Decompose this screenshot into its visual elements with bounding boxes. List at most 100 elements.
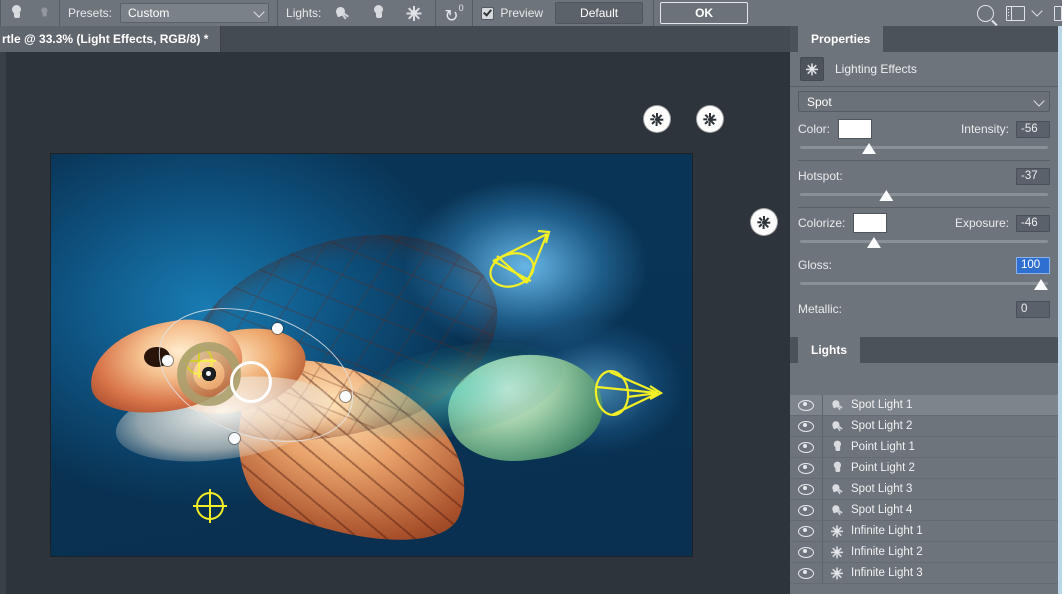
infinite-light-cone-2[interactable]: [592, 367, 664, 419]
presets-group: Presets: Custom: [60, 0, 277, 26]
infinite-light-icon: [650, 112, 664, 126]
infinite-light-cone-1[interactable]: [487, 228, 557, 290]
hotspot-value-field[interactable]: -37: [1016, 167, 1050, 185]
light-visibility-toggle[interactable]: [790, 479, 823, 499]
lights-tab-bar: Lights: [790, 337, 1058, 363]
eye-icon: [798, 399, 814, 411]
add-spot-light-button[interactable]: [329, 2, 355, 24]
reset-arrow-icon: ↻0: [444, 3, 464, 26]
add-infinite-light-button[interactable]: [401, 2, 427, 24]
header-divider: [790, 86, 1058, 87]
light-visibility-toggle[interactable]: [790, 500, 823, 520]
workspace-menu-button[interactable]: [1028, 2, 1046, 24]
image-sea-turtle[interactable]: [51, 154, 692, 556]
hotspot-slider[interactable]: [800, 189, 1048, 203]
lights-panel-spacer: [790, 363, 1058, 395]
light-visibility-toggle[interactable]: [790, 416, 823, 436]
section-divider-1: [798, 160, 1050, 161]
spot-light-hotspot-ring[interactable]: [230, 361, 272, 403]
document-tab[interactable]: rtle @ 33.3% (Light Effects, RGB/8) *: [0, 26, 222, 52]
light-visibility-toggle[interactable]: [790, 458, 823, 478]
light-visibility-toggle[interactable]: [790, 542, 823, 562]
light-row-8[interactable]: Infinite Light 2: [790, 542, 1058, 563]
gloss-label: Gloss:: [798, 258, 833, 272]
color-row: Color: Intensity: -56: [798, 118, 1050, 140]
lighting-effects-title: Lighting Effects: [835, 62, 917, 76]
infinite-light-widget-1[interactable]: [644, 106, 670, 132]
metallic-row: Metallic: 0: [798, 298, 1050, 320]
crosshair-vertical: [209, 489, 211, 523]
light-row-1[interactable]: Spot Light 1: [790, 395, 1058, 416]
tab-properties[interactable]: Properties: [798, 26, 884, 52]
spot-handle-top[interactable]: [272, 323, 283, 334]
gloss-slider-track: [800, 282, 1048, 285]
eye-icon: [798, 483, 814, 495]
spot-light-center[interactable]: [202, 367, 215, 380]
preview-checkbox[interactable]: Preview: [473, 0, 551, 26]
gloss-value-field[interactable]: 100: [1016, 256, 1050, 274]
spot-light-icon: [334, 5, 350, 20]
gloss-slider[interactable]: [800, 278, 1048, 292]
light-type-value: Spot: [807, 94, 832, 109]
light-row-2[interactable]: Spot Light 2: [790, 416, 1058, 437]
lighting-effects-header: Lighting Effects: [790, 52, 1058, 86]
colorize-swatch[interactable]: [853, 213, 888, 233]
infinite-light-widget-3[interactable]: [751, 209, 777, 235]
infinite-light-icon: [831, 525, 844, 538]
spot-handle-bottom[interactable]: [229, 433, 240, 444]
light-type-select[interactable]: Spot: [798, 91, 1050, 112]
infinite-light-widget-2[interactable]: [697, 106, 723, 132]
intensity-slider[interactable]: [800, 142, 1048, 156]
options-bar: Presets: Custom Lights: ↻0 Preview Defau…: [0, 0, 1062, 27]
light-name: Spot Light 1: [851, 399, 913, 411]
workspace-button[interactable]: [1002, 2, 1028, 24]
light-type-icon: [823, 419, 851, 433]
light-row-5[interactable]: Spot Light 3: [790, 479, 1058, 500]
exposure-label: Exposure:: [954, 216, 1009, 230]
lights-list[interactable]: Spot Light 1 Spot Light 2 Point Light 1 Poi…: [790, 395, 1058, 584]
tab-lights[interactable]: Lights: [798, 337, 860, 363]
light-visibility-toggle[interactable]: [790, 521, 823, 541]
spot-light-icon: [830, 399, 843, 410]
eye-icon: [798, 462, 814, 474]
exposure-value-field[interactable]: -46: [1016, 214, 1050, 232]
extra-panel-icon-wrap[interactable]: [1046, 2, 1062, 24]
default-button-label: Default: [580, 6, 619, 20]
light-row-9[interactable]: Infinite Light 3: [790, 563, 1058, 584]
light-visibility-toggle[interactable]: [790, 437, 823, 457]
canvas-area[interactable]: [0, 52, 790, 594]
color-swatch[interactable]: [838, 119, 873, 139]
default-button[interactable]: Default: [555, 2, 644, 24]
tool-lightbulb-button[interactable]: [1, 0, 59, 26]
intensity-value-field[interactable]: -56: [1016, 120, 1050, 138]
eye-icon: [798, 441, 814, 453]
tab-properties-label: Properties: [811, 32, 871, 46]
gloss-row: Gloss: 100: [798, 254, 1050, 276]
infinite-light-icon: [703, 112, 717, 126]
metallic-value-field[interactable]: 0: [1016, 300, 1050, 318]
point-light-widget-2[interactable]: [193, 489, 227, 523]
light-row-6[interactable]: Spot Light 4: [790, 500, 1058, 521]
add-point-light-button[interactable]: [365, 2, 391, 24]
spot-handle-right[interactable]: [340, 391, 351, 402]
spot-handle-left[interactable]: [162, 355, 173, 366]
reset-button[interactable]: ↻0: [436, 0, 472, 26]
light-row-4[interactable]: Point Light 2: [790, 458, 1058, 479]
lighting-effects-icon: [800, 57, 824, 81]
light-row-3[interactable]: Point Light 1: [790, 437, 1058, 458]
eye-icon: [798, 546, 814, 558]
spot-light-widget[interactable]: [140, 283, 372, 467]
presets-select[interactable]: Custom: [120, 3, 270, 23]
search-button[interactable]: [972, 2, 998, 24]
right-panel-column: Properties Lighting Effects Spot Color: …: [790, 26, 1058, 594]
document-tab-strip: rtle @ 33.3% (Light Effects, RGB/8) *: [0, 26, 790, 52]
infinite-light-icon: [406, 5, 422, 21]
ok-button[interactable]: OK: [660, 2, 749, 24]
spot-light-icon: [830, 483, 843, 494]
colorize-label: Colorize:: [798, 216, 846, 230]
light-visibility-toggle[interactable]: [790, 395, 823, 415]
light-name: Infinite Light 3: [851, 567, 923, 579]
light-row-7[interactable]: Infinite Light 1: [790, 521, 1058, 542]
exposure-slider[interactable]: [800, 236, 1048, 250]
light-visibility-toggle[interactable]: [790, 563, 823, 583]
